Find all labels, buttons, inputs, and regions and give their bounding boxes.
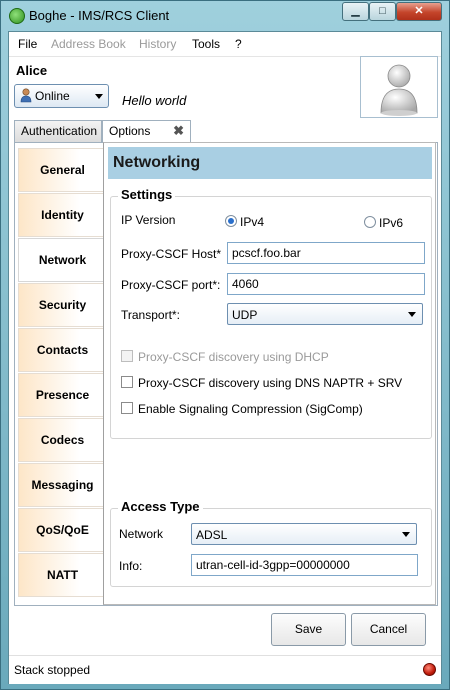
stack-status-indicator-icon	[423, 663, 436, 676]
ipv6-radio[interactable]	[364, 216, 376, 228]
menu-file[interactable]: File	[18, 37, 37, 51]
presence-status-value: Online	[35, 89, 70, 103]
menu-bar: File Address Book History Tools ?	[9, 32, 441, 57]
access-type-group-title: Access Type	[118, 499, 203, 514]
cancel-button[interactable]: Cancel	[351, 613, 426, 646]
nav-item-contacts[interactable]: Contacts	[18, 328, 106, 372]
naptr-discovery-label: Proxy-CSCF discovery using DNS NAPTR + S…	[138, 376, 403, 390]
options-panel: General Identity Network Security Contac…	[14, 142, 438, 606]
sigcomp-checkbox[interactable]	[121, 402, 133, 414]
close-window-button[interactable]: ✕	[396, 2, 442, 21]
presence-status-select[interactable]: Online	[14, 84, 109, 108]
avatar-placeholder-icon	[380, 64, 418, 116]
options-nav: General Identity Network Security Contac…	[18, 148, 106, 598]
network-page: Networking Settings IP Version IPv4 IPv6…	[103, 142, 436, 605]
dhcp-discovery-checkbox[interactable]	[121, 350, 133, 362]
menu-help[interactable]: ?	[235, 37, 242, 51]
sigcomp-label: Enable Signaling Compression (SigComp)	[138, 402, 363, 416]
nav-item-codecs[interactable]: Codecs	[18, 418, 106, 462]
ipv4-radio[interactable]	[225, 215, 237, 227]
app-icon	[9, 8, 25, 24]
nav-item-messaging[interactable]: Messaging	[18, 463, 106, 507]
title-bar[interactable]: Boghe - IMS/RCS Client ▁ □ ✕	[1, 1, 449, 31]
info-label: Info:	[119, 559, 143, 573]
transport-value: UDP	[232, 308, 258, 322]
settings-group-title: Settings	[118, 187, 176, 202]
save-button[interactable]: Save	[271, 613, 346, 646]
nav-item-natt[interactable]: NATT	[18, 553, 106, 597]
tab-options[interactable]: Options ✖	[102, 120, 191, 143]
stack-status-text: Stack stopped	[14, 663, 91, 677]
chevron-down-icon	[95, 94, 103, 99]
menu-history[interactable]: History	[139, 37, 176, 51]
person-icon	[20, 88, 32, 103]
network-label: Network	[119, 527, 164, 541]
transport-label: Transport*:	[121, 308, 180, 322]
info-input[interactable]: utran-cell-id-3gpp=00000000	[191, 554, 418, 576]
chevron-down-icon	[408, 312, 416, 317]
nav-item-general[interactable]: General	[18, 148, 106, 192]
access-type-group: Access Type Network ADSL Info: utran-cel…	[110, 499, 432, 587]
settings-group: Settings IP Version IPv4 IPv6 Proxy-CSCF…	[110, 187, 432, 439]
dhcp-discovery-label: Proxy-CSCF discovery using DHCP	[138, 350, 329, 364]
page-header: Networking	[108, 147, 432, 179]
close-icon[interactable]: ✖	[173, 123, 184, 139]
page-title: Networking	[113, 154, 201, 171]
transport-select[interactable]: UDP	[227, 303, 423, 325]
proxy-host-input[interactable]: pcscf.foo.bar	[227, 242, 425, 264]
naptr-discovery-checkbox[interactable]	[121, 376, 133, 388]
client-area: File Address Book History Tools ? Alice …	[8, 31, 442, 684]
proxy-port-label: Proxy-CSCF port*:	[121, 278, 221, 292]
status-message[interactable]: Hello world	[122, 93, 186, 108]
nav-item-security[interactable]: Security	[18, 283, 106, 327]
nav-item-network[interactable]: Network	[18, 238, 106, 282]
menu-tools[interactable]: Tools	[192, 37, 220, 51]
window-title: Boghe - IMS/RCS Client	[29, 8, 170, 23]
nav-item-qos-qoe[interactable]: QoS/QoE	[18, 508, 106, 552]
ip-version-label: IP Version	[121, 213, 176, 227]
chevron-down-icon	[402, 532, 410, 537]
tab-authentication[interactable]: Authentication	[14, 120, 102, 142]
ipv4-label[interactable]: IPv4	[240, 215, 264, 229]
network-value: ADSL	[196, 528, 228, 542]
ipv6-label[interactable]: IPv6	[379, 216, 403, 230]
menu-address-book[interactable]: Address Book	[51, 37, 126, 51]
nav-item-presence[interactable]: Presence	[18, 373, 106, 417]
network-select[interactable]: ADSL	[191, 523, 417, 545]
avatar[interactable]	[360, 56, 438, 118]
status-bar: Stack stopped	[9, 655, 441, 684]
main-window: Boghe - IMS/RCS Client ▁ □ ✕ File Addres…	[0, 0, 450, 690]
user-display-name: Alice	[16, 63, 48, 78]
maximize-button[interactable]: □	[369, 2, 396, 21]
proxy-port-input[interactable]: 4060	[227, 273, 425, 295]
proxy-host-label: Proxy-CSCF Host*	[121, 247, 222, 261]
nav-item-identity[interactable]: Identity	[18, 193, 106, 237]
minimize-button[interactable]: ▁	[342, 2, 369, 21]
tab-options-label: Options	[109, 124, 151, 138]
